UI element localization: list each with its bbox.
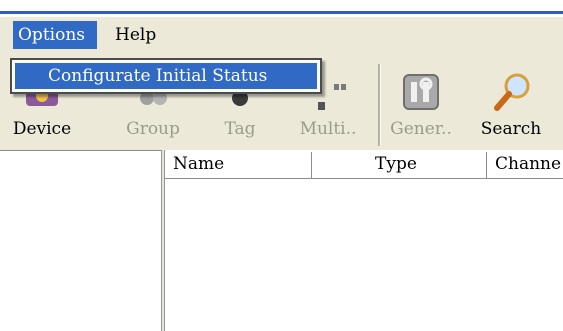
tag-label: Tag	[224, 119, 256, 139]
item-list[interactable]: Name Type Channe	[165, 150, 563, 331]
search-button[interactable]: Search	[476, 54, 546, 150]
general-tools-icon	[403, 74, 439, 110]
general-button[interactable]: Gener..	[386, 54, 456, 150]
menu-help[interactable]: Help	[110, 21, 161, 49]
multi-label: Multi..	[299, 119, 357, 139]
column-header-channel[interactable]: Channe	[487, 152, 563, 179]
menu-bar: Options Help	[0, 17, 563, 54]
general-label: Gener..	[390, 119, 452, 139]
column-header-type[interactable]: Type	[312, 152, 487, 179]
group-label: Group	[126, 119, 180, 139]
column-header-name[interactable]: Name	[165, 152, 312, 179]
configurate-initial-status-item[interactable]: Configurate Initial Status	[15, 63, 317, 89]
menu-options[interactable]: Options	[13, 21, 97, 49]
toolbar-separator	[378, 64, 381, 146]
main-content: Name Type Channe	[0, 150, 563, 331]
search-label: Search	[480, 119, 542, 139]
tree-panel[interactable]	[0, 151, 161, 331]
options-dropdown-menu: Configurate Initial Status	[10, 58, 322, 94]
window-top-strip	[0, 0, 563, 14]
device-label: Device	[12, 119, 72, 139]
search-icon	[494, 73, 530, 111]
